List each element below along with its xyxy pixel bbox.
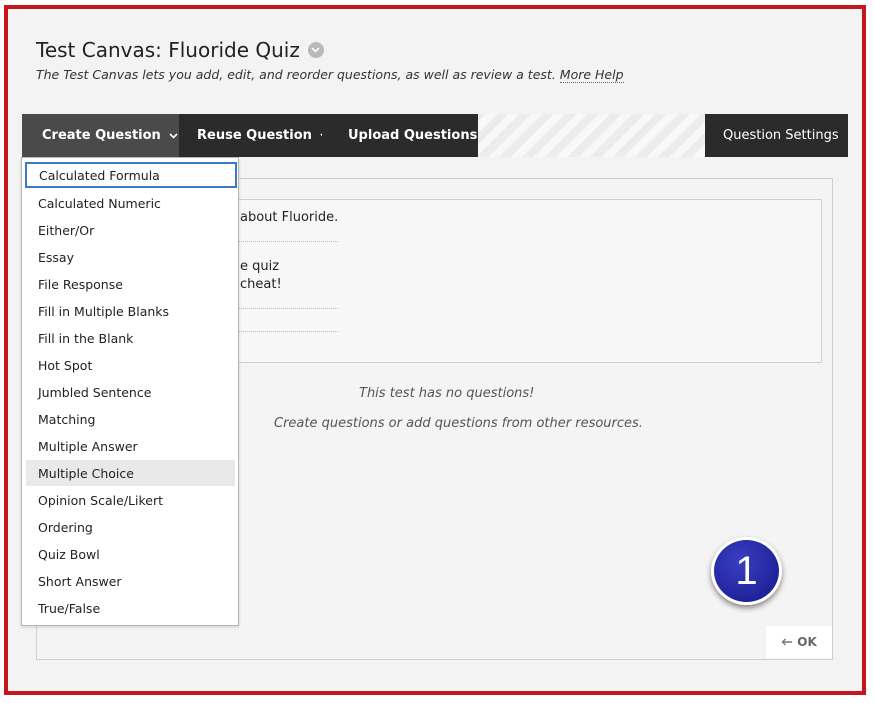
ok-button[interactable]: OK [766, 626, 832, 658]
action-toolbar: Create Question Reuse Question Upload Qu… [22, 114, 848, 157]
create-question-label: Create Question [42, 128, 161, 143]
menu-item-ordering[interactable]: Ordering [26, 514, 235, 540]
chevron-down-icon [169, 132, 178, 139]
menu-item-calculated-formula[interactable]: Calculated Formula [25, 162, 237, 188]
menu-item-true-false[interactable]: True/False [26, 595, 235, 621]
upload-questions-label: Upload Questions [348, 128, 478, 143]
menu-item-short-answer[interactable]: Short Answer [26, 568, 235, 594]
question-settings-label: Question Settings [723, 128, 839, 143]
menu-item-either-or[interactable]: Either/Or [26, 217, 235, 243]
reuse-question-label: Reuse Question [197, 128, 312, 143]
menu-item-file-response[interactable]: File Response [26, 271, 235, 297]
upload-questions-button[interactable]: Upload Questions [322, 114, 478, 157]
more-help-link[interactable]: More Help [559, 67, 624, 83]
reuse-question-button[interactable]: Reuse Question [179, 114, 329, 157]
add-questions-hint: Create questions or add questions from o… [274, 416, 643, 431]
info-description-fragment: about Fluoride. [240, 210, 339, 225]
info-divider [238, 241, 338, 242]
title-options-chevron-icon[interactable] [307, 42, 324, 58]
menu-item-multiple-choice[interactable]: Multiple Choice [26, 460, 235, 486]
menu-item-jumbled-sentence[interactable]: Jumbled Sentence [26, 379, 235, 405]
menu-item-calculated-numeric[interactable]: Calculated Numeric [26, 190, 235, 216]
ok-label: OK [797, 635, 817, 649]
page-title-text: Test Canvas: Fluoride Quiz [36, 38, 300, 62]
menu-item-fill-in-multiple-blanks[interactable]: Fill in Multiple Blanks [26, 298, 235, 324]
back-arrow-icon [781, 635, 793, 649]
menu-item-matching[interactable]: Matching [26, 406, 235, 432]
create-question-button[interactable]: Create Question [22, 114, 179, 157]
menu-item-essay[interactable]: Essay [26, 244, 235, 270]
info-instructions-fragment: e quiz [240, 259, 280, 274]
info-divider [238, 331, 338, 332]
menu-item-hot-spot[interactable]: Hot Spot [26, 352, 235, 378]
question-settings-button[interactable]: Question Settings [705, 114, 848, 157]
menu-item-opinion-scale-likert[interactable]: Opinion Scale/Likert [26, 487, 235, 513]
menu-item-fill-in-the-blank[interactable]: Fill in the Blank [26, 325, 235, 351]
callout-number: 1 [735, 548, 758, 593]
step-callout-badge: 1 [711, 537, 782, 605]
subtitle-text: The Test Canvas lets you add, edit, and … [36, 67, 556, 82]
menu-item-multiple-answer[interactable]: Multiple Answer [26, 433, 235, 459]
page-subtitle: The Test Canvas lets you add, edit, and … [36, 67, 624, 83]
page-title: Test Canvas: Fluoride Quiz [36, 38, 324, 62]
info-divider [238, 308, 338, 309]
no-questions-message: This test has no questions! [359, 386, 535, 401]
info-instructions-fragment-2: cheat! [240, 277, 282, 292]
create-question-menu: Calculated Formula Calculated Numeric Ei… [21, 157, 239, 626]
menu-item-quiz-bowl[interactable]: Quiz Bowl [26, 541, 235, 567]
